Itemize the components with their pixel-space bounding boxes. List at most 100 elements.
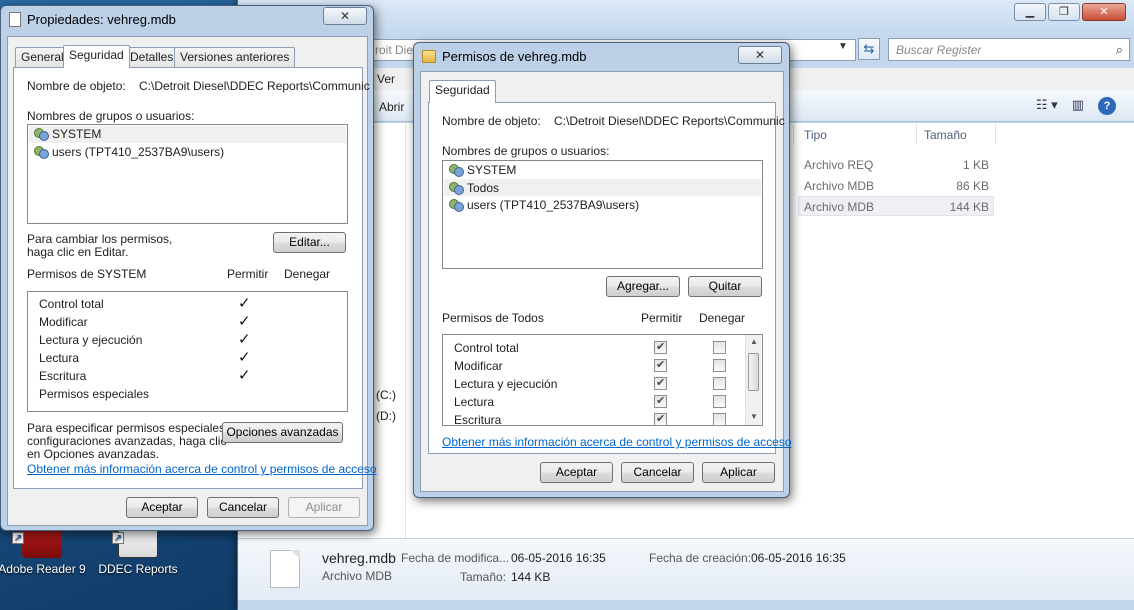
allow-checkbox[interactable] [654,340,667,354]
remove-button[interactable]: Quitar [688,276,762,297]
object-name-label: Nombre de objeto: [27,79,126,93]
search-icon[interactable]: ⌕ [1116,42,1123,58]
file-thumbnail-icon [270,550,300,588]
edit-button[interactable]: Editar... [273,232,346,253]
allow-check-icon: ✓ [238,367,251,384]
search-input[interactable]: Buscar Register ⌕ [888,38,1130,61]
advanced-hint: Para especificar permisos especiales o [27,421,236,435]
change-hint: Para cambiar los permisos, [27,232,173,246]
object-name-value: C:\Detroit Diesel\DDEC Reports\Communic [139,79,370,93]
row-size: 86 KB [956,179,989,193]
scrollbar-thumb[interactable] [748,353,759,391]
ok-button[interactable]: Aceptar [126,497,198,518]
cancel-button[interactable]: Cancelar [207,497,279,518]
allow-checkbox[interactable] [654,358,667,372]
tab-general[interactable]: General [15,47,70,67]
column-separator[interactable] [916,124,917,144]
close-button[interactable]: ✕ [1082,3,1126,21]
close-button[interactable]: ✕ [323,7,367,25]
maximize-button[interactable]: ❐ [1048,3,1080,21]
permission-label: Permisos especiales [39,387,150,401]
tab-details[interactable]: Detalles [124,47,180,67]
details-modified-label: Fecha de modifica... [401,551,510,565]
refresh-icon[interactable]: ⇆ [858,38,880,60]
deny-checkbox[interactable] [713,377,726,390]
help-icon[interactable]: ? [1098,97,1116,115]
view-options-icon[interactable]: ☷ ▾ [1036,97,1058,115]
users-icon [34,127,49,141]
advanced-hint: en Opciones avanzadas. [27,447,160,461]
allow-header: Permitir [641,311,683,325]
deny-checkbox[interactable] [713,413,726,426]
permission-label: Control total [454,341,519,355]
deny-header: Denegar [699,311,746,325]
access-control-help-link[interactable]: Obtener más información acerca de contro… [27,462,377,476]
deny-checkbox[interactable] [713,395,726,408]
details-created-value: 06-05-2016 16:35 [751,551,846,565]
add-button[interactable]: Agregar... [606,276,680,297]
minimize-button[interactable]: ▁ [1014,3,1046,21]
permission-label: Lectura y ejecución [39,333,143,347]
object-name-label: Nombre de objeto: [442,114,541,128]
open-button[interactable]: Abrir [379,100,404,114]
drive-d[interactable]: (D:) [376,409,396,423]
row-type[interactable]: Archivo MDB [804,200,874,214]
permission-label: Modificar [454,359,503,373]
permissions-header: Permisos de SYSTEM [27,267,147,281]
preview-pane-icon[interactable]: ▥ [1072,97,1084,115]
details-filename: vehreg.mdb [322,550,396,566]
permission-label: Lectura [39,351,80,365]
ok-button[interactable]: Aceptar [540,462,613,483]
permission-label: Lectura y ejecución [454,377,558,391]
user-item[interactable]: users (TPT410_2537BA9\users) [449,198,639,212]
apply-button[interactable]: Aplicar [288,497,360,518]
allow-checkbox[interactable] [654,376,667,390]
deny-checkbox[interactable] [713,341,726,354]
apply-button[interactable]: Aplicar [702,462,775,483]
row-size: 1 KB [962,158,989,172]
allow-checkbox[interactable] [654,412,667,426]
desktop-icon-label: Adobe Reader 9 [0,562,86,576]
allow-checkbox[interactable] [654,394,667,408]
users-icon [449,198,464,212]
cancel-button[interactable]: Cancelar [621,462,694,483]
properties-dialog: Propiedades: vehreg.mdb ✕ General Seguri… [0,5,377,531]
user-item[interactable]: users (TPT410_2537BA9\users) [34,145,224,159]
address-dropdown-icon[interactable]: ▼ [838,41,848,52]
permission-label: Escritura [454,413,502,427]
user-item[interactable]: Todos [449,181,499,195]
close-button[interactable]: ✕ [738,46,782,64]
permission-label: Lectura [454,395,495,409]
column-size[interactable]: Tamaño [924,128,967,142]
column-separator[interactable] [793,124,794,144]
row-type[interactable]: Archivo REQ [804,158,873,172]
advanced-options-button[interactable]: Opciones avanzadas [222,422,343,443]
folder-icon [422,50,436,63]
scroll-down-icon[interactable]: ▼ [747,410,761,424]
scroll-up-icon[interactable]: ▲ [747,335,761,349]
column-type[interactable]: Tipo [804,128,827,142]
drive-c[interactable]: (C:) [376,388,396,402]
permissions-scrollbar[interactable]: ▲ ▼ [745,335,761,425]
allow-header: Permitir [227,267,269,281]
document-icon [9,12,21,27]
toolbar-icons: ☷ ▾ ▥ ? [1036,97,1116,115]
deny-checkbox[interactable] [713,359,726,372]
users-icon [449,181,464,195]
permissions-dialog: Permisos de vehreg.mdb ✕ Seguridad Nombr… [413,42,792,498]
tab-security[interactable]: Seguridad [63,45,130,68]
row-type[interactable]: Archivo MDB [804,179,874,193]
column-separator[interactable] [995,124,996,144]
user-item[interactable]: SYSTEM [449,163,516,177]
allow-check-icon: ✓ [238,331,251,348]
menu-view[interactable]: Ver [377,72,395,86]
allow-check-icon: ✓ [238,295,251,312]
tab-previous-versions[interactable]: Versiones anteriores [174,47,296,67]
user-item[interactable]: SYSTEM [34,127,101,141]
desktop-icon-label: DDEC Reports [98,562,178,576]
access-control-help-link[interactable]: Obtener más información acerca de contro… [442,435,792,449]
details-size-label: Tamaño: [460,570,507,584]
tab-security[interactable]: Seguridad [429,80,496,103]
deny-header: Denegar [284,267,331,281]
address-text: roit Die [375,43,414,57]
